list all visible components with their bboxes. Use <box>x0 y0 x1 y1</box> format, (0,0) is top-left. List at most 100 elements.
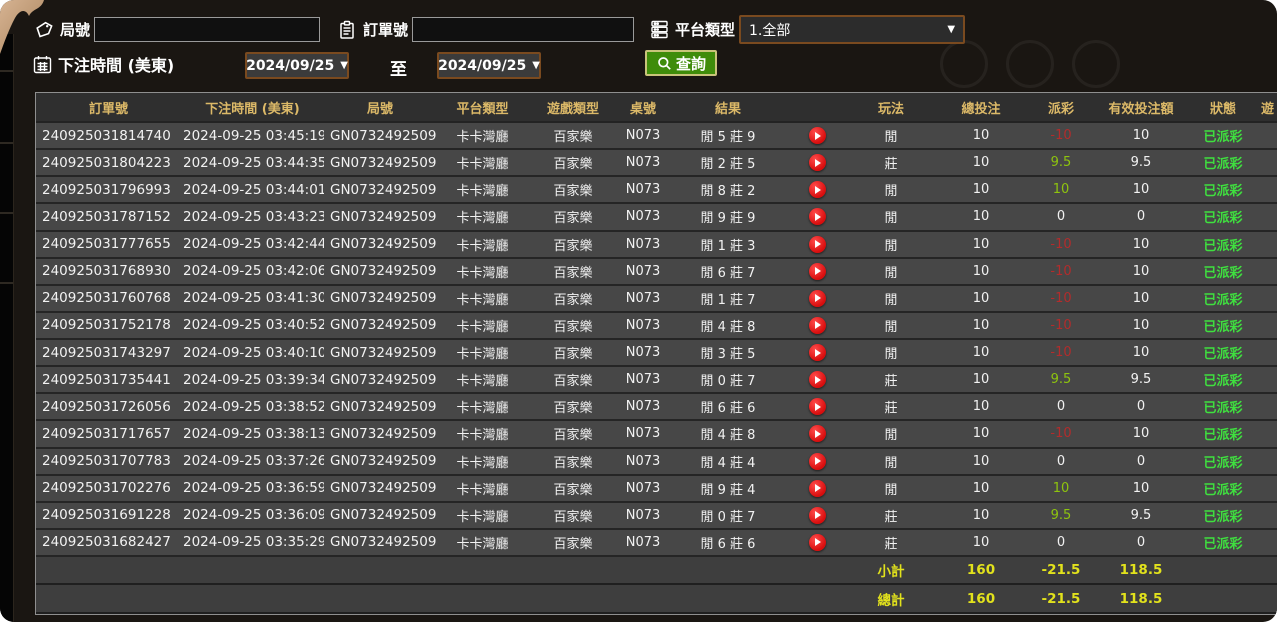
cell-payout: -10 <box>1027 258 1095 285</box>
cell-empty <box>1259 556 1277 584</box>
cell-valid-bet: 9.5 <box>1095 502 1187 529</box>
cell-total-bet: 10 <box>935 122 1027 149</box>
table-row: 2409250317077832024-09-25 03:37:26GN0732… <box>36 448 1277 475</box>
cell-platform: 卡卡灣廳 <box>436 420 529 447</box>
cell-game-no: GN07324925092 <box>324 475 436 502</box>
cell-replay <box>787 122 847 149</box>
search-button[interactable]: 查詢 <box>645 50 717 76</box>
play-icon[interactable] <box>809 507 826 524</box>
cell-game-no: GN07324925097 <box>324 339 436 366</box>
cell-valid-bet: 0 <box>1095 393 1187 420</box>
play-icon[interactable] <box>809 154 826 171</box>
play-icon[interactable] <box>809 208 826 225</box>
cell-play-type: 閒 <box>847 203 935 230</box>
menu-divider <box>0 142 13 144</box>
play-triangle <box>815 403 821 411</box>
play-icon[interactable] <box>809 263 826 280</box>
cell-bet-time: 2024-09-25 03:41:30 <box>181 285 324 312</box>
cell-play-type: 閒 <box>847 176 935 203</box>
date-to-picker[interactable]: 2024/09/25 ▼ <box>437 52 541 79</box>
cell-platform: 卡卡灣廳 <box>436 393 529 420</box>
cell-replay <box>787 366 847 393</box>
cell-game-type: 百家樂 <box>529 420 617 447</box>
play-icon[interactable] <box>809 398 826 415</box>
cell-valid-bet: 0 <box>1095 448 1187 475</box>
cell-platform: 卡卡灣廳 <box>436 502 529 529</box>
cell-extra <box>1259 366 1277 393</box>
cell-game-no: GN07324925096 <box>324 366 436 393</box>
cell-play-type: 莊 <box>847 149 935 176</box>
betting-records-screen: 局號 訂單號 <box>0 0 1277 622</box>
play-icon[interactable] <box>809 425 826 442</box>
cell-extra <box>1259 149 1277 176</box>
play-icon[interactable] <box>809 127 826 144</box>
cell-extra <box>1259 122 1277 149</box>
cell-total-bet: 10 <box>935 149 1027 176</box>
cell-result: 閒 4 莊 8 <box>669 312 787 339</box>
cell-status: 已派彩 <box>1187 203 1259 230</box>
cell-status: 已派彩 <box>1187 176 1259 203</box>
cell-platform: 卡卡灣廳 <box>436 529 529 556</box>
play-icon[interactable] <box>809 534 826 551</box>
cell-bet-time: 2024-09-25 03:40:52 <box>181 312 324 339</box>
cell-replay <box>787 258 847 285</box>
table-row: 2409250316912282024-09-25 03:36:09GN0732… <box>36 502 1277 529</box>
cell-extra <box>1259 258 1277 285</box>
cell-total-bet: 10 <box>935 285 1027 312</box>
cell-replay <box>787 420 847 447</box>
cell-status: 已派彩 <box>1187 529 1259 556</box>
game-no-input[interactable] <box>94 17 320 42</box>
cell-valid-bet: 10 <box>1095 475 1187 502</box>
cell-extra <box>1259 285 1277 312</box>
cell-payout: -10 <box>1027 231 1095 258</box>
cell-result: 閒 8 莊 2 <box>669 176 787 203</box>
cell-status: 已派彩 <box>1187 258 1259 285</box>
cell-empty <box>1187 556 1259 584</box>
cell-table-no: N073 <box>617 448 669 475</box>
cell-game-type: 百家樂 <box>529 258 617 285</box>
play-triangle <box>815 457 821 465</box>
cell-play-type: 閒 <box>847 312 935 339</box>
cell-order: 240925031702276 <box>36 475 181 502</box>
cell-platform: 卡卡灣廳 <box>436 176 529 203</box>
cell-replay <box>787 475 847 502</box>
cell-game-no: GN07324925091 <box>324 502 436 529</box>
cell-total-bet: 10 <box>935 203 1027 230</box>
platform-filter: 平台類型 1.全部 ▼ <box>648 15 965 44</box>
play-icon[interactable] <box>809 344 826 361</box>
platform-select[interactable]: 1.全部 ▼ <box>739 15 965 44</box>
play-icon[interactable] <box>809 371 826 388</box>
cell-game-type: 百家樂 <box>529 312 617 339</box>
play-icon[interactable] <box>809 453 826 470</box>
order-no-input[interactable] <box>412 17 634 42</box>
play-triangle <box>815 376 821 384</box>
cell-play-type: 莊 <box>847 502 935 529</box>
cell-order: 240925031787152 <box>36 203 181 230</box>
cell-valid-bet: 10 <box>1095 285 1187 312</box>
play-icon[interactable] <box>809 181 826 198</box>
chevron-down-icon: ▼ <box>532 60 540 71</box>
play-icon[interactable] <box>809 480 826 497</box>
table-row: 2409250317022762024-09-25 03:36:59GN0732… <box>36 475 1277 502</box>
cell-replay <box>787 285 847 312</box>
platform-selected-value: 1.全部 <box>749 20 947 40</box>
table-row: 2409250316824272024-09-25 03:35:29GN0732… <box>36 529 1277 556</box>
cell-valid-bet: 10 <box>1095 339 1187 366</box>
cell-valid-bet: 10 <box>1095 231 1187 258</box>
cell-replay <box>787 529 847 556</box>
cell-empty <box>36 584 847 613</box>
cell-table-no: N073 <box>617 231 669 258</box>
cell-platform: 卡卡灣廳 <box>436 203 529 230</box>
to-label: 至 <box>390 55 407 80</box>
play-icon[interactable] <box>809 317 826 334</box>
cell-payout: 10 <box>1027 176 1095 203</box>
cell-platform: 卡卡灣廳 <box>436 285 529 312</box>
cell-total-bet: 10 <box>935 502 1027 529</box>
play-icon[interactable] <box>809 290 826 307</box>
chevron-down-icon: ▼ <box>947 24 955 35</box>
cell-status: 已派彩 <box>1187 339 1259 366</box>
play-triangle <box>815 294 821 302</box>
play-icon[interactable] <box>809 236 826 253</box>
date-from-picker[interactable]: 2024/09/25 ▼ <box>245 52 349 79</box>
cell-payout: 9.5 <box>1027 502 1095 529</box>
